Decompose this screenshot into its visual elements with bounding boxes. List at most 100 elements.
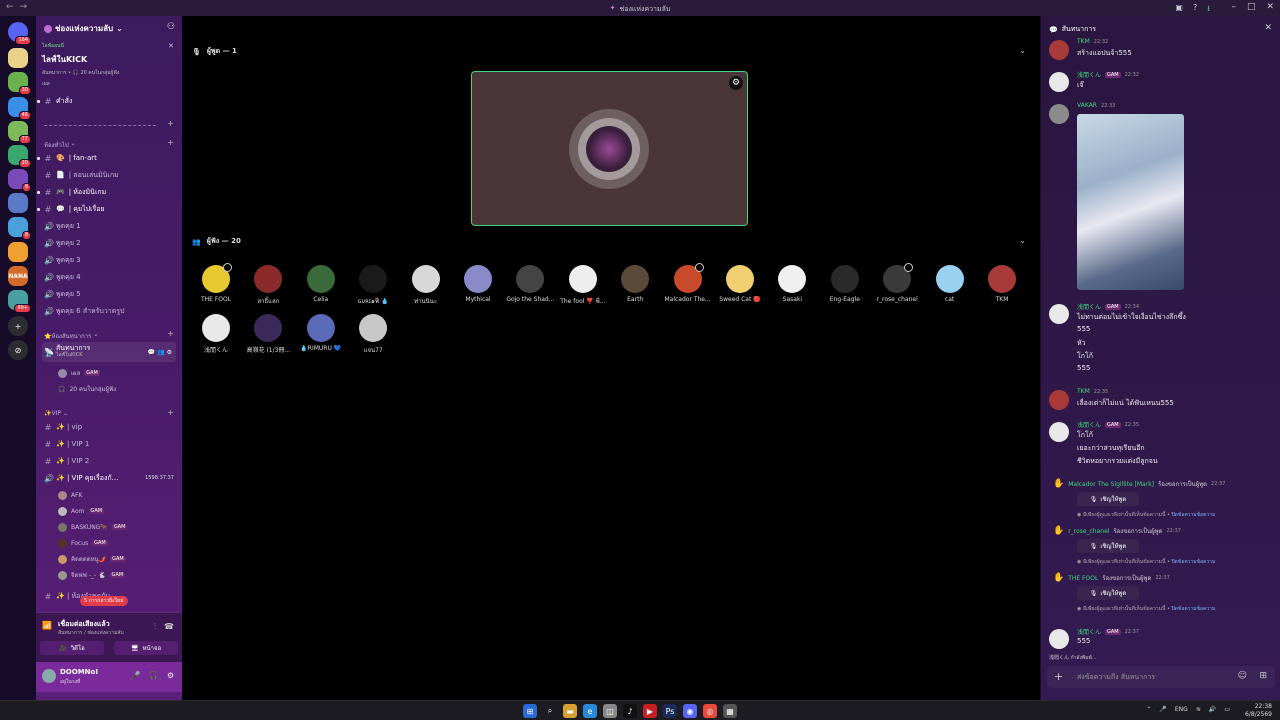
audience-member[interactable]: 高嶺花 (1/3冊... xyxy=(243,314,293,354)
audience-member[interactable]: 浅閒くん xyxy=(191,314,241,354)
avatar[interactable] xyxy=(1049,40,1069,60)
download-icon[interactable]: ⭳ xyxy=(1207,3,1210,17)
voice-room-1[interactable]: 🔊 พูดคุย 1 xyxy=(44,219,81,233)
audience-member[interactable]: r_rose_chanel xyxy=(872,263,922,303)
message-author[interactable]: VAKAR 22:33 xyxy=(1077,102,1115,109)
audience-member[interactable]: Eng-Eagle xyxy=(820,265,870,303)
vip-user[interactable]: จิตฟฟ -_- 🐇 GAM ⌀ xyxy=(58,568,186,582)
avatar[interactable] xyxy=(1049,422,1069,442)
server-name[interactable]: ช่องแห่งความลับ ⌄ xyxy=(44,22,123,35)
dismiss-link[interactable]: ปิดข้อความข้อความ xyxy=(1172,512,1216,518)
channel-chat[interactable]: # 💬 | คุยไปเรื่อย xyxy=(37,202,105,216)
add-channel-icon[interactable]: + xyxy=(167,138,174,147)
audience-member[interactable]: แจน77 xyxy=(348,314,398,355)
stage-channel[interactable]: 📡 สันทนาการ ไลฟ์ในKICK 💬 👥 ⚙ xyxy=(42,342,176,362)
category-recreation[interactable]: ⭐ห้องสันทนาการ ⌄ xyxy=(44,331,98,341)
avatar[interactable] xyxy=(1049,104,1069,124)
channel-minigame[interactable]: # 🎮 | ห้องมินิเกม xyxy=(37,185,106,199)
speaker-tile[interactable]: ⚙ xyxy=(471,71,748,226)
audience-member[interactable]: 💧RIMURU 💙 xyxy=(296,314,346,352)
wifi-icon[interactable]: ≋ xyxy=(1196,706,1201,713)
settings-gear-icon[interactable]: ⚙ xyxy=(729,76,743,90)
help-icon[interactable]: ? xyxy=(1193,3,1197,17)
invite-people-icon[interactable]: ⚇ xyxy=(167,22,175,32)
microphone-icon[interactable]: 🎤 xyxy=(1159,706,1166,713)
chevron-up-icon[interactable]: ⌃ xyxy=(1146,706,1151,713)
clock[interactable]: 22:38 6/8/2569 xyxy=(1245,703,1272,719)
dismiss-link[interactable]: ปิดข้อความข้อความ xyxy=(1172,559,1216,565)
chat-icon[interactable]: 💬 👥 ⚙ xyxy=(148,349,172,356)
attach-plus-icon[interactable]: + xyxy=(1054,670,1063,683)
disconnect-icon[interactable]: ☎ xyxy=(164,622,174,632)
audience-member[interactable]: ท่านนินะ xyxy=(401,265,451,306)
audience-member[interactable]: Gojo the Shad... xyxy=(505,265,555,303)
server-icon[interactable]: 164 xyxy=(8,22,31,45)
live-event-card[interactable]: ไลฟ์ออนนี่ ไลฟ์ในKICK สันทนาการ • 🎧 20 ค… xyxy=(42,42,176,88)
audience-member[interactable]: THE FOOL xyxy=(191,263,241,303)
close-icon[interactable]: ✕ xyxy=(1266,2,1274,12)
dismiss-link[interactable]: ปิดข้อความข้อความ xyxy=(1172,606,1216,612)
message-author[interactable]: 浅閒くん GAM 22:32 xyxy=(1077,70,1139,79)
vip-channel-1[interactable]: # ✨ | VIP 1 xyxy=(44,437,90,451)
video-button[interactable]: 🎥 วิดีโอ xyxy=(40,641,104,655)
windows-start-icon[interactable]: ⊞ xyxy=(523,704,537,718)
avatar[interactable] xyxy=(1049,390,1069,410)
channel-fan-art[interactable]: # 🎨 | fan-art xyxy=(37,151,97,165)
server-icon[interactable]: 8 xyxy=(8,217,31,240)
requester-name[interactable]: THE FOOL xyxy=(1068,575,1098,582)
vip-channel-0[interactable]: # ✨ | vip xyxy=(44,420,82,434)
chevron-down-icon[interactable]: ⌄ xyxy=(1019,46,1026,55)
speakers-section-header[interactable]: 🎙 ผู้พูด — 1 xyxy=(192,46,237,57)
new-mentions-pill[interactable]: 5 การกล่าวถึงใหม่ xyxy=(80,596,128,606)
microphone-icon[interactable]: 🎤 xyxy=(131,671,141,680)
voice-room-5[interactable]: 🔊 พูดคุย 5 xyxy=(44,287,81,301)
voice-room-6[interactable]: 🔊 พูดคุย 6 สำหรับวาดรูป xyxy=(44,304,124,318)
audience-member[interactable]: cat xyxy=(925,265,975,303)
requester-name[interactable]: r_rose_chanel xyxy=(1068,528,1109,535)
language-indicator[interactable]: ENG xyxy=(1175,706,1188,713)
vip-channel-3[interactable]: 🔊 ✨ | VIP คุยเรื่องกั... 1598:37:37 xyxy=(44,471,174,485)
server-icon[interactable]: 77 xyxy=(8,121,31,144)
server-icon[interactable]: 99+ xyxy=(8,290,31,313)
search-icon[interactable]: ⌕ xyxy=(543,704,557,718)
discover-icon[interactable]: ⊘ xyxy=(8,340,28,360)
volume-icon[interactable]: 🔊 xyxy=(1209,706,1216,713)
vip-user[interactable]: คิดดดดหนู🌶️ GAM ⌀ xyxy=(58,552,186,566)
message-author[interactable]: TKM 22:32 xyxy=(1077,38,1108,45)
add-channel-icon[interactable]: + xyxy=(167,408,174,417)
audience-member[interactable]: Sasaki xyxy=(767,265,817,303)
invite-to-speak-button[interactable]: 🎙 เชิญให้พูด xyxy=(1077,492,1139,506)
server-icon[interactable]: 8 xyxy=(8,169,31,192)
audience-member[interactable]: TKM xyxy=(977,265,1027,303)
vip-user[interactable]: Aom GAM ⌀ xyxy=(58,504,186,518)
server-icon[interactable] xyxy=(8,48,28,68)
audience-member[interactable]: Mythical xyxy=(453,265,503,303)
server-icon[interactable] xyxy=(8,193,28,213)
avatar[interactable] xyxy=(1049,629,1069,649)
app-icon[interactable]: ▦ xyxy=(723,704,737,718)
vip-channel-2[interactable]: # ✨ | VIP 2 xyxy=(44,454,90,468)
server-icon[interactable]: 46 xyxy=(8,97,31,120)
headphones-icon[interactable]: 🎧 xyxy=(149,671,159,680)
audience-member[interactable]: Earth xyxy=(610,265,660,303)
inbox-icon[interactable]: ▣ xyxy=(1175,3,1183,17)
audience-member[interactable]: สาธิ้แลก xyxy=(243,265,293,306)
add-channel-icon[interactable]: + xyxy=(167,119,174,128)
server-icon[interactable]: 20 xyxy=(8,145,31,168)
user-name[interactable]: DOOMNoI xyxy=(60,668,98,676)
audience-section-header[interactable]: 👥 ผู้ฟัง — 20 xyxy=(192,236,241,247)
invite-to-speak-button[interactable]: 🎙 เชิญให้พูด xyxy=(1077,539,1139,553)
voice-room-4[interactable]: 🔊 พูดคุย 4 xyxy=(44,270,81,284)
message-author[interactable]: 浅閒くん GAM 22:37 xyxy=(1077,627,1139,636)
minimize-icon[interactable]: – xyxy=(1231,2,1236,12)
avatar[interactable] xyxy=(1049,304,1069,324)
add-channel-icon[interactable]: + xyxy=(167,329,174,338)
server-icon[interactable]: 30 xyxy=(8,72,31,95)
signal-icon[interactable]: 📶 xyxy=(42,621,52,630)
noise-suppression-icon[interactable]: ⫶ xyxy=(154,622,156,632)
voice-room-3[interactable]: 🔊 พูดคุย 3 xyxy=(44,253,81,267)
file-explorer-icon[interactable]: ▬ xyxy=(563,704,577,718)
server-icon[interactable] xyxy=(8,242,28,262)
invite-to-speak-button[interactable]: 🎙 เชิญให้พูด xyxy=(1077,586,1139,600)
vip-user[interactable]: BASKUNG🐂 GAM ⌀ xyxy=(58,520,186,534)
